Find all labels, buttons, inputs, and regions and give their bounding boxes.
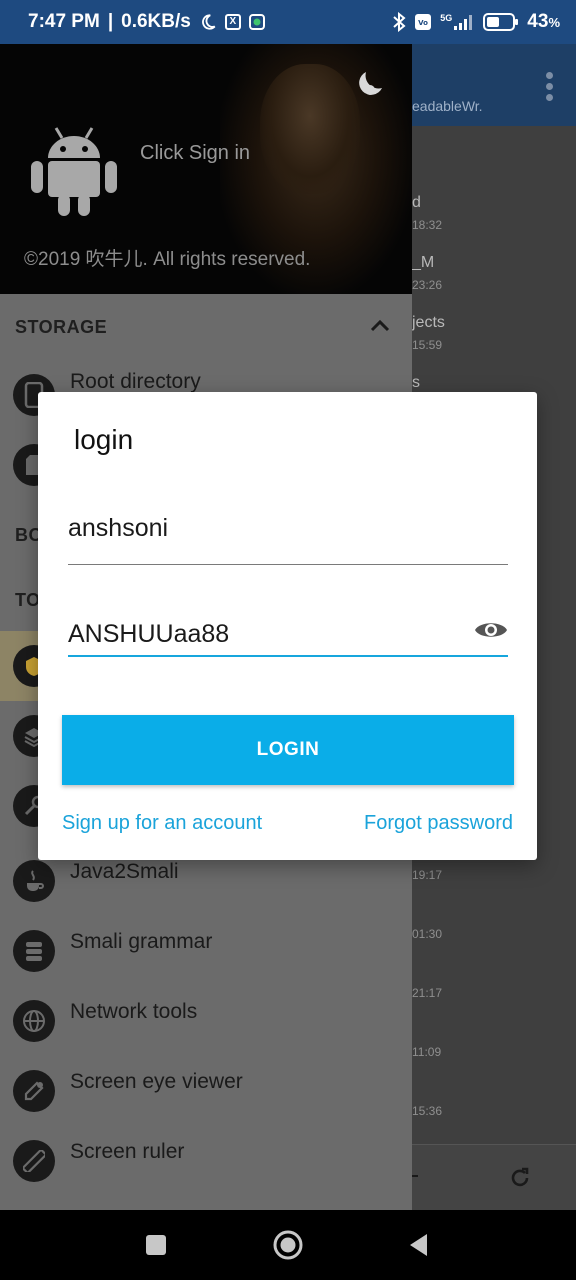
signal-icon: 5G — [440, 13, 475, 31]
list-item[interactable]: _M 23:26 — [412, 254, 576, 292]
list-item[interactable]: jects 15:59 — [412, 314, 576, 352]
login-button[interactable]: LOGIN — [62, 715, 514, 785]
x-app-icon: X — [224, 14, 241, 30]
dialog-title: login — [74, 424, 134, 455]
refresh-icon[interactable] — [508, 1166, 532, 1190]
dash-icon — [412, 1175, 418, 1177]
background-subtitle: eadableWr. — [412, 98, 483, 114]
drawer-header: Click Sign in ©2019 吹牛儿. All rights rese… — [0, 44, 412, 294]
back-button[interactable] — [392, 1210, 444, 1280]
nav-item-screen-eye-viewer[interactable]: Screen eye viewer — [0, 1056, 412, 1126]
network-speed: 0.6KB/s — [121, 11, 191, 32]
more-vert-icon[interactable] — [546, 72, 554, 105]
password-input[interactable] — [68, 620, 468, 649]
password-underline — [68, 655, 508, 657]
night-mode-icon[interactable] — [356, 68, 386, 98]
sign-up-link[interactable]: Sign up for an account — [62, 812, 262, 835]
database-icon — [13, 930, 55, 972]
ruler-icon — [13, 1140, 55, 1182]
android-avatar-icon[interactable] — [28, 126, 120, 218]
list-item[interactable]: d 18:32 — [412, 194, 576, 232]
sign-in-link[interactable]: Click Sign in — [140, 142, 250, 165]
home-circle-icon — [273, 1230, 303, 1260]
password-field-container — [68, 618, 508, 657]
battery-level: 43% — [527, 11, 560, 32]
list-item[interactable]: s — [412, 374, 576, 392]
svg-text:Vo: Vo — [418, 19, 428, 27]
background-bottom-bar — [412, 1144, 576, 1210]
nav-item-screen-ruler[interactable]: Screen ruler — [0, 1126, 412, 1196]
nav-item-smali-grammar[interactable]: Smali grammar — [0, 916, 412, 986]
app-notification-icon — [248, 14, 265, 30]
system-navigation-bar — [0, 1210, 576, 1280]
chevron-up-icon[interactable] — [370, 319, 390, 333]
nav-item-network-tools[interactable]: Network tools — [0, 986, 412, 1056]
volte-icon: Vo — [414, 13, 432, 31]
background-toolbar: eadableWr. — [412, 44, 576, 126]
username-field-container — [68, 514, 508, 565]
java-icon — [13, 860, 55, 902]
copyright-text: ©2019 吹牛儿. All rights reserved. — [24, 249, 311, 270]
username-underline — [68, 564, 508, 565]
username-input[interactable] — [68, 514, 508, 543]
section-storage: STORAGE — [15, 317, 108, 337]
battery-icon — [483, 12, 519, 32]
moon-icon — [199, 13, 217, 31]
home-button[interactable] — [262, 1210, 314, 1280]
forgot-password-link[interactable]: Forgot password — [364, 812, 513, 835]
recents-button[interactable] — [130, 1210, 182, 1280]
status-bar: 7:47 PM | 0.6KB/s X Vo 5G 43% — [0, 0, 576, 44]
login-dialog: login LOGIN Sign up for an account Forgo… — [38, 392, 537, 860]
section-tools: TO — [15, 590, 41, 610]
eyedropper-icon — [13, 1070, 55, 1112]
square-icon — [146, 1235, 166, 1255]
back-triangle-icon — [410, 1234, 427, 1256]
globe-icon — [13, 1000, 55, 1042]
status-time: 7:47 PM — [28, 11, 100, 32]
bluetooth-icon — [392, 12, 406, 32]
visibility-icon[interactable] — [474, 618, 508, 642]
network-type: 5G — [440, 13, 453, 23]
